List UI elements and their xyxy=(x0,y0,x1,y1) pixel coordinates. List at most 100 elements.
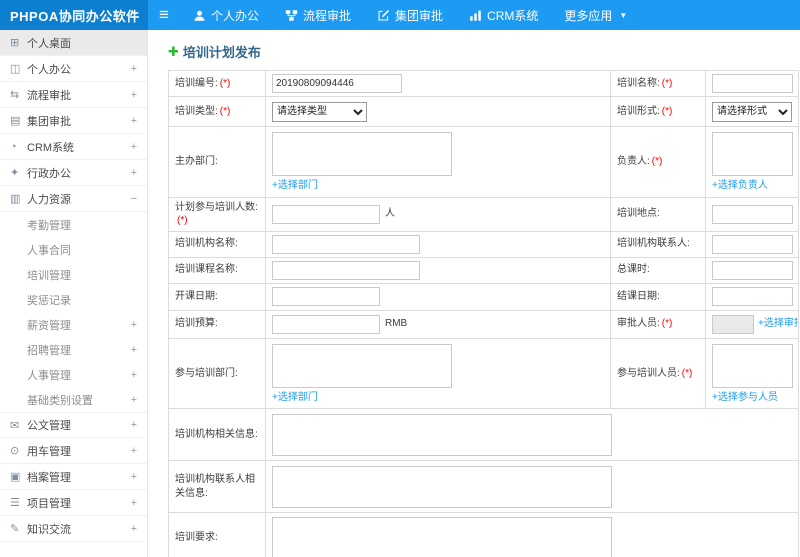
training-org-info-textarea[interactable] xyxy=(272,413,612,456)
expand-plus-icon[interactable]: + xyxy=(131,497,137,509)
field-cell xyxy=(706,71,798,96)
expand-plus-icon[interactable]: + xyxy=(131,419,137,431)
page-title: 培训计划发布 xyxy=(182,45,261,60)
field-label: 培训要求: xyxy=(169,513,266,557)
sidebar-item-document-mgmt[interactable]: ✉ 公文管理 + xyxy=(0,412,147,438)
total-hours-input[interactable] xyxy=(712,260,793,280)
field-label: 培训机构联系人相关信息: xyxy=(169,461,266,512)
expand-plus-icon[interactable]: + xyxy=(131,445,137,457)
top-menu-group-approval[interactable]: 集团审批 xyxy=(364,0,456,30)
archive-icon: ▣ xyxy=(10,471,21,483)
sidebar-item-crm-system[interactable]: ◔ CRM系统 + xyxy=(0,134,147,160)
start-date-input[interactable] xyxy=(272,287,380,306)
sidebar-item-hr-contract[interactable]: 人事合同 xyxy=(0,237,147,262)
sidebar-item-workflow-approval[interactable]: ⇆ 流程审批 + xyxy=(0,82,147,108)
field-label: 开课日期: xyxy=(169,283,266,310)
expand-plus-icon[interactable]: + xyxy=(131,63,137,75)
sidebar-item-group-approval[interactable]: ▤ 集团审批 + xyxy=(0,108,147,134)
approver-input[interactable] xyxy=(712,314,754,334)
expand-plus-icon[interactable]: + xyxy=(131,319,137,331)
training-number-input[interactable] xyxy=(272,74,402,93)
training-org-contact-info-textarea[interactable] xyxy=(272,465,612,508)
sidebar-item-project-mgmt[interactable]: ☰ 项目管理 + xyxy=(0,490,147,516)
collapse-minus-icon[interactable]: − xyxy=(131,193,137,205)
top-menu-label: 流程审批 xyxy=(303,8,352,23)
select-department-link[interactable]: +选择部门 xyxy=(272,179,318,193)
hamburger-menu-icon[interactable]: ≡ xyxy=(148,0,180,30)
edit-icon xyxy=(377,9,390,22)
select-leader-link[interactable]: +选择负责人 xyxy=(712,179,768,193)
expand-plus-icon[interactable]: + xyxy=(131,394,137,406)
field-cell: 请选择类型 xyxy=(266,97,611,126)
training-course-name-input[interactable] xyxy=(272,260,420,280)
expand-plus-icon[interactable]: + xyxy=(131,115,137,127)
flow-icon: ⇆ xyxy=(10,89,20,101)
top-menu-more-apps[interactable]: 更多应用 ▼ xyxy=(551,0,640,30)
required-mark: (*) xyxy=(661,318,673,330)
sidebar-item-personal-desktop[interactable]: ⊞ 个人桌面 xyxy=(0,30,147,56)
planned-participants-input[interactable] xyxy=(272,204,380,224)
expand-plus-icon[interactable]: + xyxy=(131,471,137,483)
expand-plus-icon[interactable]: + xyxy=(131,167,137,179)
field-cell xyxy=(266,231,611,257)
expand-plus-icon[interactable]: + xyxy=(131,89,137,101)
form-row: 培训机构名称: 培训机构联系人: xyxy=(169,231,798,258)
training-location-input[interactable] xyxy=(712,204,793,224)
training-org-name-input[interactable] xyxy=(272,234,420,254)
top-menu-workflow-approval[interactable]: 流程审批 xyxy=(272,0,364,30)
training-name-input[interactable] xyxy=(712,74,793,93)
sidebar: ⊞ 个人桌面 ◫ 个人办公 + ⇆ 流程审批 + ▤ 集团审批 + ◔ CRM系… xyxy=(0,30,148,557)
sidebar-item-basic-category-settings[interactable]: 基础类别设置 + xyxy=(0,387,147,412)
form-row: 培训类型: (*) 请选择类型 培训形式: (*) 请选择形式 xyxy=(169,97,798,127)
sidebar-item-personal-office[interactable]: ◫ 个人办公 + xyxy=(0,56,147,82)
participating-personnel-textarea[interactable] xyxy=(712,343,793,388)
field-cell xyxy=(266,257,611,283)
field-label: 总课时: xyxy=(611,257,706,283)
select-participants-link[interactable]: +选择参与人员 xyxy=(712,391,778,405)
form-row: 培训机构联系人相关信息: xyxy=(169,461,798,513)
add-icon: ✚ xyxy=(168,43,179,59)
field-cell xyxy=(706,198,798,231)
field-label: 培训预算: xyxy=(169,310,266,338)
training-budget-input[interactable] xyxy=(272,314,380,334)
sidebar-item-human-resources[interactable]: ▥ 人力资源 − xyxy=(0,186,147,212)
select-approver-link[interactable]: +选择审批人员 xyxy=(758,317,798,331)
training-form-table: 培训编号:(*) 培训名称:(*) 培训类型:(*) 请选择类型 xyxy=(168,70,799,557)
training-requirements-textarea[interactable] xyxy=(272,516,612,557)
host-department-textarea[interactable] xyxy=(272,132,452,176)
sidebar-item-training-mgmt[interactable]: 培训管理 xyxy=(0,262,147,287)
sidebar-item-recruitment-mgmt[interactable]: 招聘管理 + xyxy=(0,337,147,362)
top-menu-label: 集团审批 xyxy=(395,8,444,23)
expand-plus-icon[interactable]: + xyxy=(131,369,137,381)
training-org-contact-input[interactable] xyxy=(712,234,793,254)
flow-icon xyxy=(285,9,298,22)
top-menu: 个人办公 流程审批 集团审批 CRM系统 更多应用 ▼ xyxy=(180,0,640,30)
sidebar-item-personnel-mgmt[interactable]: 人事管理 + xyxy=(0,362,147,387)
field-label: 培训形式: (*) xyxy=(611,97,706,126)
end-date-input[interactable] xyxy=(712,287,793,306)
sidebar-item-knowledge-exchange[interactable]: ✎ 知识交流 + xyxy=(0,516,147,542)
sidebar-item-salary-mgmt[interactable]: 薪资管理 + xyxy=(0,312,147,337)
training-form-select[interactable]: 请选择形式 xyxy=(712,101,792,122)
training-type-select[interactable]: 请选择类型 xyxy=(272,101,367,122)
sidebar-item-archive-mgmt[interactable]: ▣ 档案管理 + xyxy=(0,464,147,490)
required-mark: (*) xyxy=(661,105,673,117)
required-mark: (*) xyxy=(651,156,663,167)
field-label: 培训课程名称: xyxy=(169,257,266,283)
expand-plus-icon[interactable]: + xyxy=(131,344,137,356)
select-participating-department-link[interactable]: +选择部门 xyxy=(272,391,318,405)
expand-plus-icon[interactable]: + xyxy=(131,141,137,153)
sidebar-item-admin-office[interactable]: ✦ 行政办公 + xyxy=(0,160,147,186)
field-cell xyxy=(266,71,611,96)
sidebar-item-reward-punishment[interactable]: 奖惩记录 xyxy=(0,287,147,312)
top-menu-crm-system[interactable]: CRM系统 xyxy=(456,0,551,30)
participating-departments-textarea[interactable] xyxy=(272,343,452,388)
leader-textarea[interactable] xyxy=(712,132,793,176)
top-menu-personal-office[interactable]: 个人办公 xyxy=(180,0,272,30)
form-row: 培训课程名称: 总课时: xyxy=(169,257,798,284)
expand-plus-icon[interactable]: + xyxy=(131,523,137,535)
sidebar-item-vehicle-mgmt[interactable]: ⊙ 用车管理 + xyxy=(0,438,147,464)
sidebar-item-attendance-mgmt[interactable]: 考勤管理 xyxy=(0,212,147,237)
project-icon: ☰ xyxy=(10,497,20,509)
field-cell: +选择审批人员 xyxy=(706,311,798,338)
